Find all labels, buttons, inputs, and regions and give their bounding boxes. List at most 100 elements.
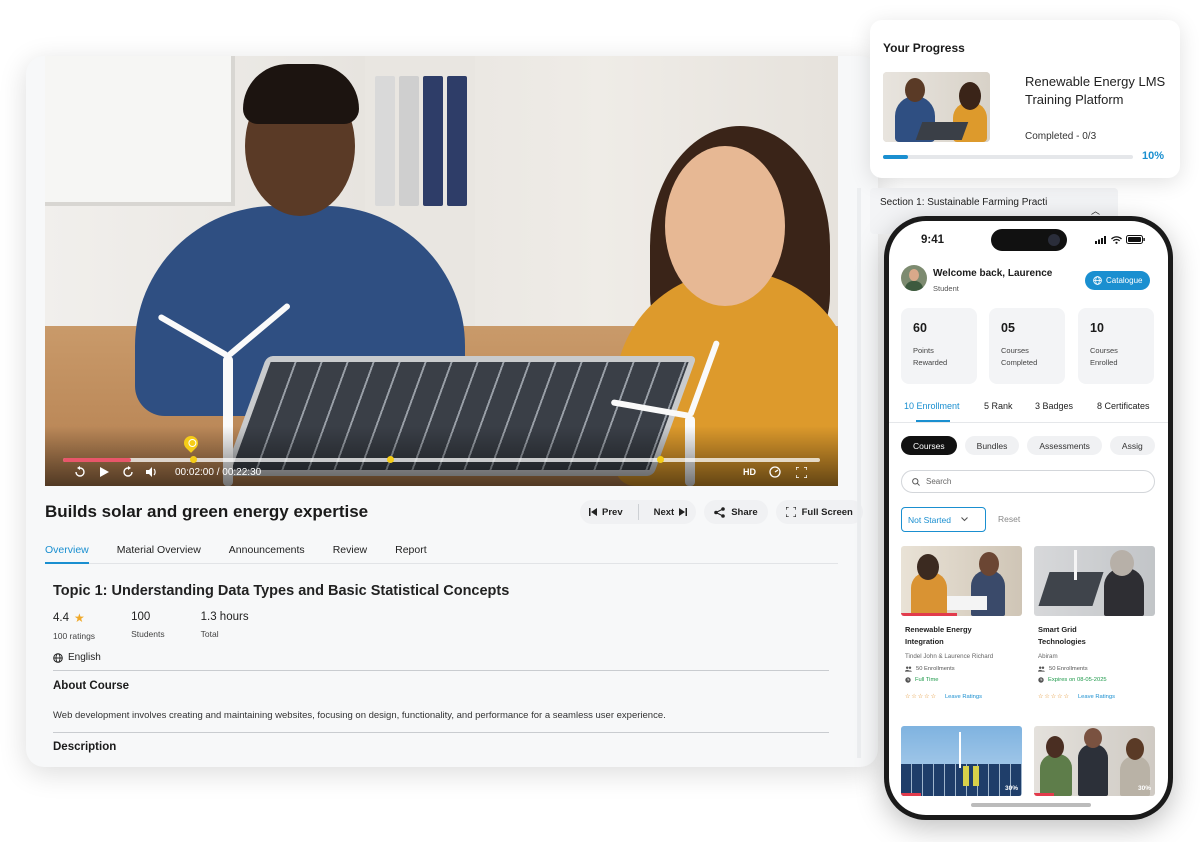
video-frame-whiteboard [45, 56, 235, 206]
chapter-marker[interactable] [387, 456, 394, 463]
play-icon[interactable] [97, 465, 111, 479]
chip-assessments[interactable]: Assessments [1027, 436, 1102, 455]
progress-percent: 10% [1142, 150, 1165, 162]
volume-icon[interactable] [145, 465, 159, 479]
reset-button[interactable]: Reset [998, 514, 1020, 524]
course-page: 00:02:00 / 00:22:30 HD Builds solar and … [26, 56, 878, 767]
star-outline-icon[interactable]: ☆ [924, 693, 929, 700]
rewind-icon[interactable] [73, 465, 87, 479]
star-outline-icon[interactable]: ☆ [931, 693, 936, 700]
course-card[interactable]: Renewable Energy Integration Tindel John … [901, 546, 1022, 700]
divider [53, 732, 829, 733]
tab-report[interactable]: Report [395, 538, 427, 564]
search-placeholder: Search [926, 477, 952, 486]
video-frame-person [243, 64, 359, 124]
star-outline-icon[interactable]: ☆ [918, 693, 923, 700]
topic-title: Topic 1: Understanding Data Types and Ba… [53, 583, 510, 599]
progress-bar-fill [883, 155, 908, 159]
star-outline-icon[interactable]: ☆ [1064, 693, 1069, 700]
tab-certificates[interactable]: 8 Certificates [1097, 401, 1150, 411]
course-progress-label: 30% [1004, 785, 1018, 792]
sidebar-strip [857, 188, 861, 758]
status-filter-select[interactable]: Not Started [901, 507, 986, 532]
chip-courses[interactable]: Courses [901, 436, 957, 455]
tab-review[interactable]: Review [333, 538, 367, 564]
tab-rank[interactable]: 5 Rank [984, 401, 1013, 411]
stat-label: Courses [1090, 346, 1118, 355]
tab-announcements[interactable]: Announcements [229, 538, 305, 564]
course-title: Renewable Energy [905, 625, 972, 634]
chip-assignments[interactable]: Assig [1109, 436, 1155, 455]
fullscreen-button[interactable]: Full Screen [775, 500, 863, 524]
fullscreen-icon[interactable] [794, 465, 808, 479]
tab-overview[interactable]: Overview [45, 538, 89, 564]
progress-heading: Your Progress [883, 41, 965, 55]
tab-material-overview[interactable]: Material Overview [117, 538, 201, 564]
stage: 00:02:00 / 00:22:30 HD Builds solar and … [0, 0, 1200, 842]
prev-button[interactable]: Prev [580, 500, 632, 524]
progress-course-title: Renewable Energy LMS Training Platform [1025, 74, 1166, 107]
progress-status: Completed - 0/3 [1025, 131, 1097, 142]
course-authors: Tindel John & Laurence Richard [905, 653, 994, 660]
skip-forward-icon [679, 508, 688, 516]
about-text: Web development involves creating and ma… [53, 710, 666, 721]
skip-back-icon [589, 508, 597, 516]
course-card[interactable]: 30% [901, 726, 1022, 796]
stat-label: Enrolled [1090, 358, 1118, 367]
tab-badges[interactable]: 3 Badges [1035, 401, 1073, 411]
search-input[interactable]: Search [901, 470, 1155, 493]
rating-count: 100 ratings [53, 631, 96, 641]
stat-number: 60 [913, 321, 927, 335]
students-value: 100 [131, 611, 151, 623]
course-title: Integration [905, 637, 944, 646]
course-thumbnail: 30% [901, 726, 1022, 796]
video-controls-left: 00:02:00 / 00:22:30 [73, 462, 261, 482]
mobile-screen: 9:41 Welcome back, Laurence Student Cata… [889, 221, 1168, 815]
star-outline-icon[interactable]: ☆ [1044, 693, 1049, 700]
star-outline-icon[interactable]: ☆ [911, 693, 916, 700]
forward-icon[interactable] [121, 465, 135, 479]
progress-card: Your Progress Renewable Energy LMS Train… [870, 20, 1180, 178]
stat-label: Points [913, 346, 934, 355]
hd-button[interactable]: HD [743, 467, 756, 477]
globe-icon [53, 652, 63, 663]
tab-enrollment[interactable]: 10 Enrollment [904, 401, 960, 411]
video-controls-right: HD [743, 462, 808, 482]
course-progress-bar [901, 613, 957, 616]
course-card[interactable]: 30% [1034, 726, 1155, 796]
star-outline-icon[interactable]: ☆ [1038, 693, 1043, 700]
avatar[interactable] [901, 265, 927, 291]
users-icon [905, 666, 912, 672]
course-title: Technologies [1038, 637, 1086, 646]
progress-bar [883, 155, 1133, 159]
course-card[interactable]: Smart Grid Technologies Abiram 50 Enrollm… [1034, 546, 1155, 700]
star-outline-icon[interactable]: ☆ [905, 693, 910, 700]
chip-bundles[interactable]: Bundles [964, 436, 1020, 455]
video-player[interactable]: 00:02:00 / 00:22:30 HD [45, 56, 838, 486]
users-icon [1038, 666, 1045, 672]
dynamic-island [991, 229, 1067, 251]
divider [53, 670, 829, 671]
stat-card-points: 60 Points Rewarded [901, 308, 977, 384]
star-outline-icon[interactable]: ☆ [1051, 693, 1056, 700]
stat-number: 10 [1090, 321, 1104, 335]
star-outline-icon[interactable]: ☆ [1057, 693, 1062, 700]
progress-course-thumbnail [883, 72, 990, 142]
expand-icon [785, 507, 796, 517]
leave-ratings-link[interactable]: Leave Ratings [1078, 694, 1115, 700]
speed-gauge-icon[interactable] [768, 465, 782, 479]
chapter-marker[interactable] [657, 456, 664, 463]
video-frame-binder [399, 76, 419, 206]
about-heading: About Course [53, 680, 130, 692]
video-frame-person [665, 146, 785, 306]
status-time: 9:41 [921, 234, 945, 246]
next-button[interactable]: Next [645, 500, 697, 524]
rating-value: 4.4 [53, 612, 69, 624]
share-button[interactable]: Share [704, 500, 768, 524]
share-label: Share [731, 506, 758, 518]
leave-ratings-link[interactable]: Leave Ratings [945, 694, 982, 700]
duration-label: Total [200, 629, 219, 639]
prev-label: Prev [602, 506, 623, 518]
catalogue-button[interactable]: Catalogue [1085, 271, 1151, 290]
status-icons [1095, 235, 1145, 244]
